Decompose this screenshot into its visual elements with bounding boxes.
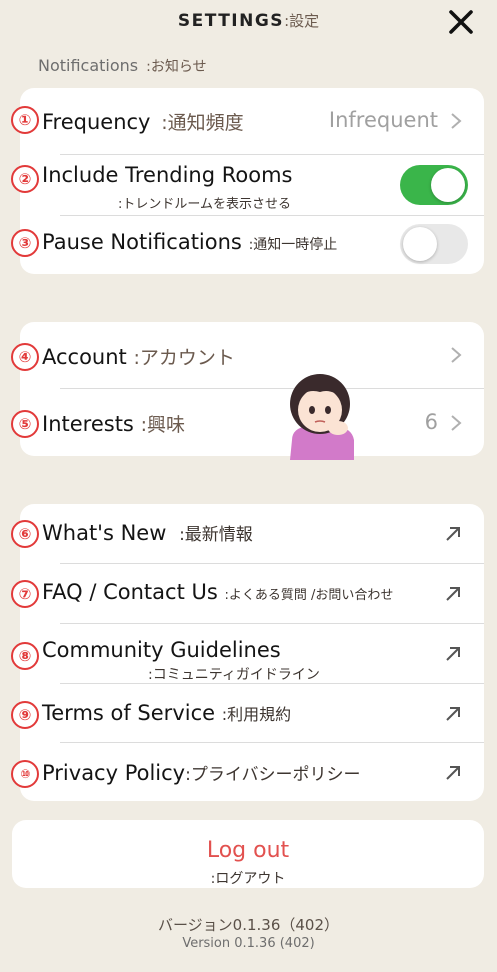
close-icon — [449, 10, 473, 34]
terms-of-service-label: Terms of Service :利用規約 — [42, 701, 291, 725]
annotation-number: ③ — [11, 229, 39, 257]
annotation-number: ⑥ — [11, 520, 39, 548]
annotation-number: ④ — [11, 343, 39, 371]
annotation-number: ⑩ — [11, 760, 39, 788]
interests-row[interactable]: ⑤ Interests :興味 6 — [11, 389, 484, 456]
external-link-arrow-icon — [446, 766, 460, 780]
privacy-policy-label: Privacy Policy:プライバシーポリシー — [42, 760, 361, 785]
frequency-value: Infrequent — [328, 108, 438, 132]
trending-rooms-label-jp: :トレンドルームを表示させる — [118, 197, 291, 212]
trending-rooms-row: ② Include Trending Rooms :トレンドルームを表示させる — [11, 155, 484, 215]
version-en: Version 0.1.36 (402) — [182, 936, 315, 951]
header: SETTINGS:設定 — [0, 0, 497, 44]
pause-notifications-toggle[interactable] — [400, 224, 468, 264]
privacy-policy-label-text: Privacy Policy — [42, 761, 186, 785]
frequency-label: Frequency :通知頻度 — [42, 108, 244, 135]
frequency-row[interactable]: ① Frequency :通知頻度 Infrequent — [11, 88, 484, 154]
page-title-text: SETTINGS — [177, 11, 285, 31]
pause-notifications-row: ③ Pause Notifications :通知一時停止 — [11, 216, 484, 274]
annotation-number: ⑤ — [11, 410, 39, 438]
notifications-label-jp: :お知らせ — [146, 59, 207, 75]
community-guidelines-label: Community Guidelines — [42, 638, 281, 662]
thinking-girl-illustration — [290, 374, 354, 460]
external-link-arrow-icon — [446, 527, 460, 541]
pause-notifications-label-text: Pause Notifications — [42, 230, 242, 254]
version-jp: バージョン0.1.36（402） — [157, 916, 340, 934]
privacy-policy-row[interactable]: ⑩ Privacy Policy:プライバシーポリシー — [11, 743, 484, 801]
annotation-number: ⑧ — [11, 642, 39, 670]
links-card: ⑥ What's New :最新情報 ⑦ FAQ / Contact Us :よ… — [11, 504, 484, 801]
whats-new-label: What's New :最新情報 — [42, 520, 253, 545]
interests-label: Interests :興味 — [42, 410, 185, 437]
community-guidelines-label-jp: :コミュニティガイドライン — [148, 667, 320, 683]
interests-count: 6 — [424, 410, 438, 434]
pause-notifications-label-jp: :通知一時停止 — [248, 237, 338, 253]
annotation-number: ⑨ — [11, 701, 39, 729]
frequency-label-text: Frequency — [42, 110, 151, 134]
annotation-number: ⑦ — [11, 580, 39, 608]
trending-rooms-label: Include Trending Rooms — [42, 163, 293, 187]
account-label: Account :アカウント — [42, 343, 235, 370]
toggle-knob — [431, 168, 465, 202]
faq-contact-row[interactable]: ⑦ FAQ / Contact Us :よくある質問 /お問い合わせ — [11, 564, 484, 623]
trending-rooms-toggle[interactable] — [400, 165, 468, 205]
external-link-arrow-icon — [446, 587, 460, 601]
annotation-number: ② — [11, 165, 39, 193]
faq-contact-label-jp: :よくある質問 /お問い合わせ — [224, 588, 394, 603]
terms-of-service-label-text: Terms of Service — [42, 701, 216, 725]
whats-new-row[interactable]: ⑥ What's New :最新情報 — [11, 504, 484, 563]
chevron-right-icon — [451, 415, 462, 431]
external-link-arrow-icon — [446, 647, 460, 661]
interests-label-text: Interests — [42, 412, 134, 436]
account-row[interactable]: ④ Account :アカウント — [11, 322, 484, 388]
logout-button[interactable]: Log out :ログアウト — [12, 820, 484, 888]
faq-contact-label-text: FAQ / Contact Us — [42, 580, 218, 604]
faq-contact-label: FAQ / Contact Us :よくある質問 /お問い合わせ — [42, 580, 393, 604]
notifications-card: ① Frequency :通知頻度 Infrequent ② Include T… — [11, 88, 484, 274]
annotation-number: ① — [11, 106, 39, 134]
notifications-section-label: Notifications :お知らせ — [38, 56, 207, 76]
chevron-right-icon — [451, 113, 462, 129]
account-card: ④ Account :アカウント ⑤ Interests :興味 6 — [11, 322, 484, 456]
page-title: SETTINGS:設定 — [0, 10, 497, 31]
frequency-label-jp: :通知頻度 — [161, 112, 244, 134]
notifications-label: Notifications — [38, 56, 139, 75]
pause-notifications-label: Pause Notifications :通知一時停止 — [42, 230, 337, 254]
terms-of-service-row[interactable]: ⑨ Terms of Service :利用規約 — [11, 684, 484, 742]
account-label-jp: :アカウント — [133, 347, 235, 369]
page-title-jp: :設定 — [284, 12, 320, 30]
community-guidelines-row[interactable]: ⑧ Community Guidelines :コミュニティガイドライン — [11, 624, 484, 683]
logout-label: Log out — [206, 838, 290, 863]
whats-new-label-jp: :最新情報 — [179, 525, 253, 545]
account-label-text: Account — [42, 345, 127, 369]
external-link-arrow-icon — [446, 707, 460, 721]
chevron-right-icon — [451, 347, 462, 363]
privacy-policy-label-jp: :プライバシーポリシー — [185, 765, 361, 785]
toggle-knob — [403, 227, 437, 261]
logout-label-jp: :ログアウト — [210, 871, 286, 887]
terms-of-service-label-jp: :利用規約 — [221, 705, 292, 724]
whats-new-label-text: What's New — [42, 521, 167, 545]
close-button[interactable] — [447, 8, 475, 36]
interests-label-jp: :興味 — [140, 414, 185, 436]
